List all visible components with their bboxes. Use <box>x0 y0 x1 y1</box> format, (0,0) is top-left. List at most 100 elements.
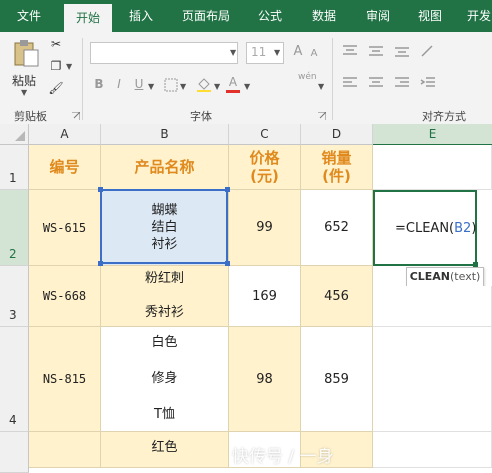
cut-icon[interactable]: ✂ <box>48 36 64 52</box>
cell-b1[interactable]: 产品名称 <box>101 145 229 190</box>
tab-page-layout[interactable]: 页面布局 <box>174 0 238 32</box>
chevron-down-icon[interactable]: ▼ <box>230 48 236 57</box>
cell-text: 98 <box>256 371 273 387</box>
formula-range-ref: B2 <box>454 220 472 236</box>
cell-text: 销量 <box>321 149 352 167</box>
format-painter-icon[interactable]: 🖌 <box>48 80 64 96</box>
indent-icon[interactable] <box>420 76 436 90</box>
chevron-down-icon[interactable]: ▼ <box>66 62 72 71</box>
range-reference-highlight <box>100 189 228 264</box>
cell-a5[interactable] <box>29 432 101 468</box>
cell-a1[interactable]: 编号 <box>29 145 101 190</box>
cell-text: 169 <box>252 288 277 304</box>
tab-review[interactable]: 审阅 <box>358 0 398 32</box>
cell-b3[interactable]: 粉红刺 秀衬衫 <box>101 266 229 327</box>
chevron-down-icon[interactable]: ▼ <box>180 82 186 91</box>
cell-text: 456 <box>324 288 349 304</box>
bold-icon[interactable]: B <box>92 76 106 92</box>
align-middle-icon[interactable] <box>368 44 384 58</box>
tooltip-argument: (text) <box>450 270 481 283</box>
group-divider <box>82 38 83 120</box>
dialog-launcher-icon[interactable] <box>318 112 326 120</box>
chevron-down-icon[interactable]: ▼ <box>214 82 220 91</box>
tab-view[interactable]: 视图 <box>410 0 450 32</box>
column-header-e[interactable]: E <box>373 124 492 146</box>
cell-d4[interactable]: 859 <box>301 327 373 432</box>
phonetic-icon[interactable]: wén <box>298 72 317 82</box>
cell-a4[interactable]: NS-815 <box>29 327 101 432</box>
grow-font-icon[interactable]: A <box>292 44 304 60</box>
shrink-font-icon[interactable]: A <box>308 46 320 62</box>
cell-text: 白色 <box>151 335 178 350</box>
tab-insert[interactable]: 插入 <box>120 0 162 32</box>
row-header-5[interactable] <box>0 432 29 473</box>
cell-b5[interactable]: 红色 <box>101 432 229 468</box>
align-center-icon[interactable] <box>368 76 384 90</box>
formula-text: =CLEAN( <box>395 220 455 236</box>
cell-e3[interactable] <box>373 286 492 327</box>
chevron-down-icon[interactable]: ▼ <box>318 82 324 91</box>
cell-e5[interactable] <box>373 432 492 468</box>
font-color-bar <box>226 90 240 93</box>
font-color-icon[interactable]: A <box>226 74 240 90</box>
cell-text: 价格 <box>249 149 280 167</box>
align-left-icon[interactable] <box>342 76 358 90</box>
font-size-value: 11 <box>251 45 267 59</box>
align-top-icon[interactable] <box>342 44 358 58</box>
tab-home[interactable]: 开始 <box>64 4 112 32</box>
cell-c4[interactable]: 98 <box>229 327 301 432</box>
dialog-launcher-icon[interactable] <box>72 112 80 120</box>
cell-a2[interactable]: WS-615 <box>29 190 101 266</box>
cell-e4[interactable] <box>373 327 492 432</box>
cell-d1[interactable]: 销量 (件) <box>301 145 373 190</box>
row-header-2[interactable]: 2 <box>0 190 29 266</box>
align-bottom-icon[interactable] <box>394 44 410 58</box>
align-right-icon[interactable] <box>394 76 410 90</box>
orientation-icon[interactable] <box>420 44 436 58</box>
tab-formulas[interactable]: 公式 <box>250 0 290 32</box>
cell-d3[interactable]: 456 <box>301 266 373 327</box>
cell-c3[interactable]: 169 <box>229 266 301 327</box>
fill-color-icon[interactable] <box>196 76 212 92</box>
chevron-down-icon: ▼ <box>21 88 28 97</box>
tab-developer[interactable]: 开发 <box>462 0 492 32</box>
column-header-a[interactable]: A <box>29 124 101 145</box>
border-icon[interactable] <box>164 78 178 92</box>
paste-label: 粘贴 <box>12 74 37 88</box>
cell-text: 秀衬衫 <box>144 305 184 320</box>
row-header-1[interactable]: 1 <box>0 145 29 190</box>
cell-a3[interactable]: WS-668 <box>29 266 101 327</box>
watermark: 快传号 / 一身 <box>232 447 334 467</box>
cell-c1[interactable]: 价格 (元) <box>229 145 301 190</box>
column-header-d[interactable]: D <box>301 124 373 145</box>
column-header-b[interactable]: B <box>101 124 229 145</box>
range-handle[interactable] <box>225 187 230 192</box>
cell-e1[interactable] <box>373 145 492 190</box>
chevron-down-icon[interactable]: ▼ <box>148 82 154 91</box>
range-handle[interactable] <box>98 187 103 192</box>
cell-b4[interactable]: 白色 修身 T恤 <box>101 327 229 432</box>
chevron-down-icon[interactable]: ▼ <box>244 82 250 91</box>
cell-text: 产品名称 <box>134 158 195 176</box>
cell-text: 红色 <box>151 440 178 455</box>
cell-text: T恤 <box>154 407 175 422</box>
column-header-c[interactable]: C <box>229 124 301 145</box>
tooltip-function-name[interactable]: CLEAN <box>410 270 450 283</box>
italic-icon[interactable]: I <box>112 76 126 92</box>
tab-data[interactable]: 数据 <box>304 0 344 32</box>
underline-icon[interactable]: U <box>132 76 146 92</box>
font-name-box[interactable] <box>90 42 238 64</box>
select-all-corner[interactable] <box>0 124 29 145</box>
cell-d2[interactable]: 652 <box>301 190 373 266</box>
select-all-triangle-icon <box>15 131 25 141</box>
chevron-down-icon[interactable]: ▼ <box>274 48 280 57</box>
spreadsheet-grid: A B C D E 1 2 3 4 编号 产品名称 价格 (元) 销量 (件) WS… <box>0 124 492 473</box>
tab-file[interactable]: 文件 <box>8 0 50 32</box>
copy-icon[interactable]: ❐ <box>48 58 64 74</box>
paste-button[interactable]: 粘贴 ▼ <box>8 38 42 97</box>
cell-e2-active[interactable]: =CLEAN(B2) <box>373 190 477 266</box>
row-header-4[interactable]: 4 <box>0 327 29 432</box>
row-header-3[interactable]: 3 <box>0 266 29 327</box>
cell-text: (件) <box>322 167 351 185</box>
cell-c2[interactable]: 99 <box>229 190 301 266</box>
